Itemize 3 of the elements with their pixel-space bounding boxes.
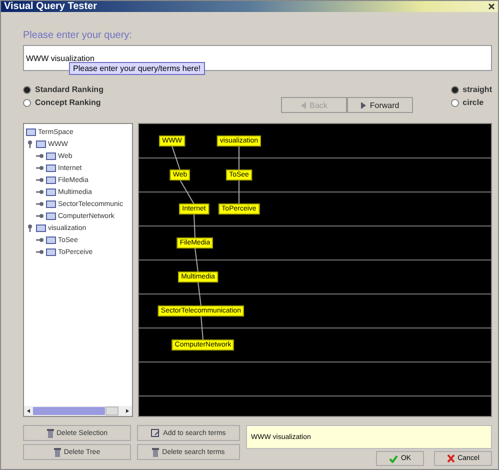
tooltip: Please enter your query/terms here!: [69, 62, 205, 75]
query-label: Please enter your query:: [23, 30, 132, 41]
window-title: Visual Query Tester: [4, 1, 98, 12]
